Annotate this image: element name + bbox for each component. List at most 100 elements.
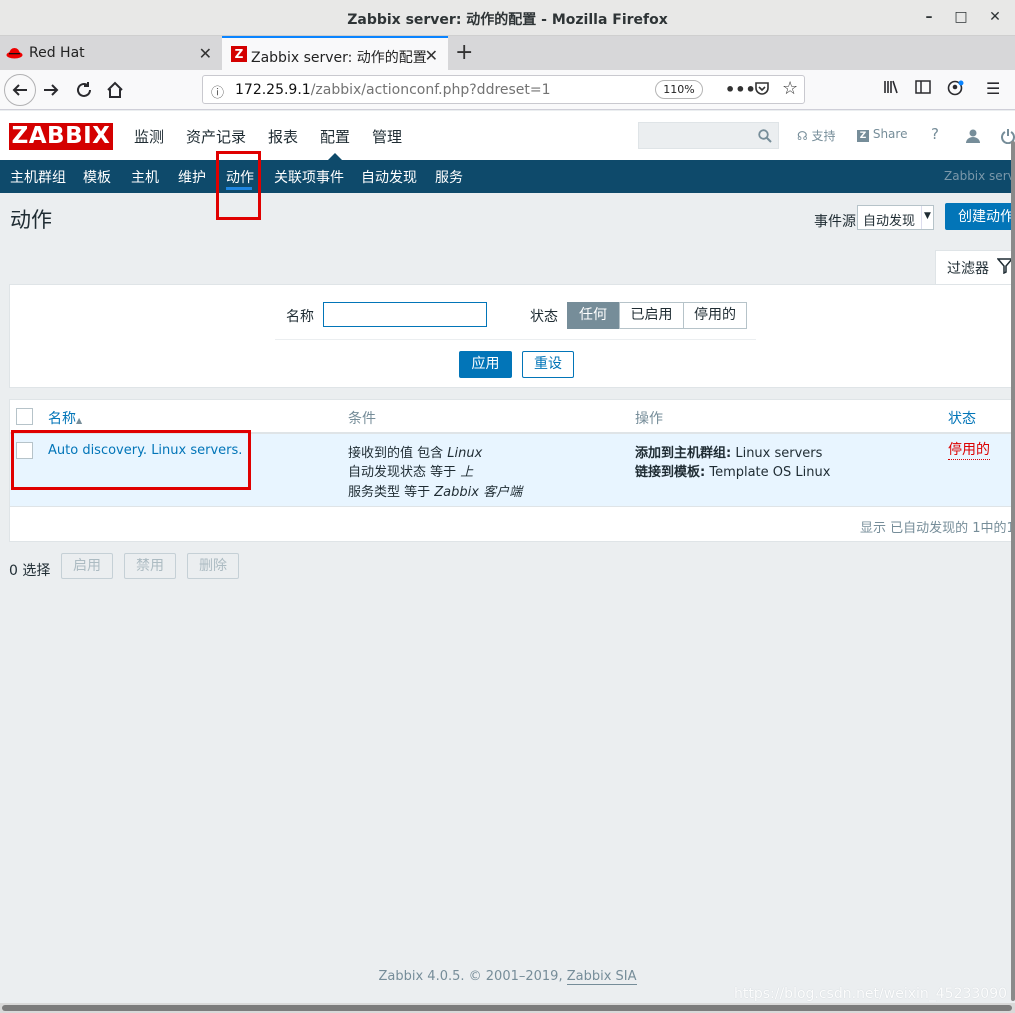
table-header: 名称▲ 条件 操作 状态 <box>10 400 1015 434</box>
global-search-input[interactable] <box>638 122 779 149</box>
status-toggle-link[interactable]: 停用的 <box>948 442 990 460</box>
close-window-button[interactable]: ✕ <box>987 9 1003 25</box>
url-text[interactable]: 172.25.9.1/zabbix/actionconf.php?ddreset… <box>235 82 551 98</box>
sub-navigation: 主机群组 模板 主机 维护 动作 关联项事件 自动发现 服务 Zabbix se… <box>0 160 1015 193</box>
filter-tab-label: 过滤器 <box>947 261 989 277</box>
page-actions-icon[interactable]: ••• <box>725 80 756 99</box>
share-link[interactable]: Z Share <box>857 127 907 142</box>
scrollbar-thumb[interactable] <box>1011 141 1015 1001</box>
status-disabled-option[interactable]: 停用的 <box>683 302 747 329</box>
zabbix-sia-link[interactable]: Zabbix SIA <box>566 969 637 985</box>
arrow-right-icon <box>44 84 59 96</box>
filter-divider <box>275 339 756 340</box>
bookmark-star-icon[interactable]: ☆ <box>782 78 798 99</box>
reload-icon <box>77 82 91 97</box>
info-icon[interactable]: ⓘ <box>211 82 224 101</box>
filter-name-label: 名称 <box>286 309 314 325</box>
col-status-header[interactable]: 状态 <box>948 408 976 428</box>
user-profile-icon[interactable] <box>965 128 981 144</box>
share-z-icon: Z <box>857 130 869 142</box>
subnav-event-correlation[interactable]: 关联项事件 <box>274 167 344 187</box>
enable-button[interactable]: 启用 <box>61 553 113 579</box>
maximize-button[interactable]: □ <box>953 9 969 25</box>
account-icon[interactable] <box>947 79 965 101</box>
condition-item: 接收到的值 包含 Linux <box>348 446 483 461</box>
subnav-discovery[interactable]: 自动发现 <box>361 167 417 187</box>
redhat-icon <box>6 48 23 59</box>
filter-status-label: 状态 <box>530 309 558 325</box>
subnav-services[interactable]: 服务 <box>435 167 463 187</box>
menu-monitoring[interactable]: 监测 <box>134 126 164 147</box>
subnav-hosts[interactable]: 主机 <box>131 167 159 187</box>
zabbix-favicon-icon: Z <box>231 46 247 62</box>
sort-asc-icon: ▲ <box>76 416 83 425</box>
sidebar-icon[interactable] <box>915 79 931 99</box>
pocket-icon[interactable] <box>754 80 770 100</box>
hamburger-menu-icon[interactable]: ☰ <box>986 79 1000 98</box>
filter-panel: 名称 状态 任何 已启用 停用的 应用 重设 <box>9 284 1015 388</box>
browser-toolbar: ⓘ 172.25.9.1/zabbix/actionconf.php?ddres… <box>0 70 1015 110</box>
help-icon[interactable]: ? <box>931 125 939 143</box>
active-menu-pointer <box>328 153 342 160</box>
watermark: https://blog.csdn.net/weixin_45233090 <box>734 986 1008 1002</box>
home-button[interactable] <box>103 78 127 102</box>
minimize-button[interactable]: – <box>921 9 937 25</box>
scrollbar-thumb[interactable] <box>2 1005 1012 1011</box>
vertical-scrollbar[interactable] <box>1005 111 1015 1003</box>
dropdown-arrow-icon: ▼ <box>921 206 933 229</box>
tab-label: Red Hat <box>29 45 85 61</box>
tab-close-icon[interactable]: ✕ <box>199 44 212 63</box>
mass-action-bar: 0 选择 启用 禁用 删除 <box>0 553 1015 583</box>
operation-item: 添加到主机群组: Linux servers <box>635 446 823 461</box>
subnav-host-groups[interactable]: 主机群组 <box>10 167 66 187</box>
tab-close-icon[interactable]: ✕ <box>425 46 438 65</box>
filter-tab[interactable]: 过滤器 <box>935 250 1015 284</box>
zabbix-header: ZABBIX 监测 资产记录 报表 配置 管理 ☊ 支持 Z Share ? <box>0 111 1015 160</box>
select-all-checkbox[interactable] <box>16 408 33 425</box>
condition-item: 服务类型 等于 Zabbix 客户端 <box>348 485 523 500</box>
search-icon[interactable] <box>758 129 772 143</box>
menu-reports[interactable]: 报表 <box>268 126 298 147</box>
arrow-left-icon <box>12 84 27 96</box>
subnav-templates[interactable]: 模板 <box>83 167 111 187</box>
col-operations-header: 操作 <box>635 411 663 427</box>
reload-button[interactable] <box>72 78 96 102</box>
zoom-indicator[interactable]: 110% <box>655 80 703 99</box>
window-title: Zabbix server: 动作的配置 - Mozilla Firefox <box>347 12 668 28</box>
tab-bar: Red Hat ✕ Z Zabbix server: 动作的配置 ✕ + <box>0 36 1015 70</box>
url-bar[interactable]: ⓘ 172.25.9.1/zabbix/actionconf.php?ddres… <box>202 75 805 104</box>
library-icon[interactable] <box>883 79 899 99</box>
page-title: 动作 <box>10 208 52 232</box>
col-name-header[interactable]: 名称▲ <box>48 408 82 428</box>
operation-item: 链接到模板: Template OS Linux <box>635 465 831 480</box>
menu-inventory[interactable]: 资产记录 <box>186 126 246 147</box>
horizontal-scrollbar[interactable] <box>0 1003 1015 1013</box>
disable-button[interactable]: 禁用 <box>124 553 176 579</box>
tab-red-hat[interactable]: Red Hat ✕ <box>0 36 222 70</box>
status-enabled-option[interactable]: 已启用 <box>619 302 684 329</box>
apply-button[interactable]: 应用 <box>459 351 512 378</box>
reset-button[interactable]: 重设 <box>522 351 574 378</box>
event-source-select[interactable]: 自动发现 ▼ <box>857 205 934 230</box>
zabbix-logo[interactable]: ZABBIX <box>9 123 113 150</box>
filter-name-input[interactable] <box>323 302 487 327</box>
highlight-box-actions <box>216 151 261 220</box>
delete-button[interactable]: 删除 <box>187 553 239 579</box>
forward-button[interactable] <box>39 78 63 102</box>
tab-label: Zabbix server: 动作的配置 <box>251 50 427 66</box>
support-link[interactable]: ☊ 支持 <box>797 127 836 144</box>
menu-administration[interactable]: 管理 <box>372 126 402 147</box>
selected-count: 0 选择 <box>9 563 51 579</box>
subnav-maintenance[interactable]: 维护 <box>178 167 206 187</box>
headset-icon: ☊ <box>797 129 808 143</box>
window-titlebar: Zabbix server: 动作的配置 - Mozilla Firefox –… <box>0 0 1015 36</box>
event-source-label: 事件源 <box>814 214 856 230</box>
back-button[interactable] <box>4 74 36 106</box>
status-any-option[interactable]: 任何 <box>567 302 619 329</box>
new-tab-button[interactable]: + <box>455 40 473 65</box>
menu-configuration[interactable]: 配置 <box>320 126 350 147</box>
tab-zabbix[interactable]: Z Zabbix server: 动作的配置 ✕ <box>222 36 448 70</box>
condition-item: 自动发现状态 等于 上 <box>348 465 474 480</box>
highlight-box-action-row <box>11 430 251 490</box>
col-conditions-header: 条件 <box>348 411 376 427</box>
